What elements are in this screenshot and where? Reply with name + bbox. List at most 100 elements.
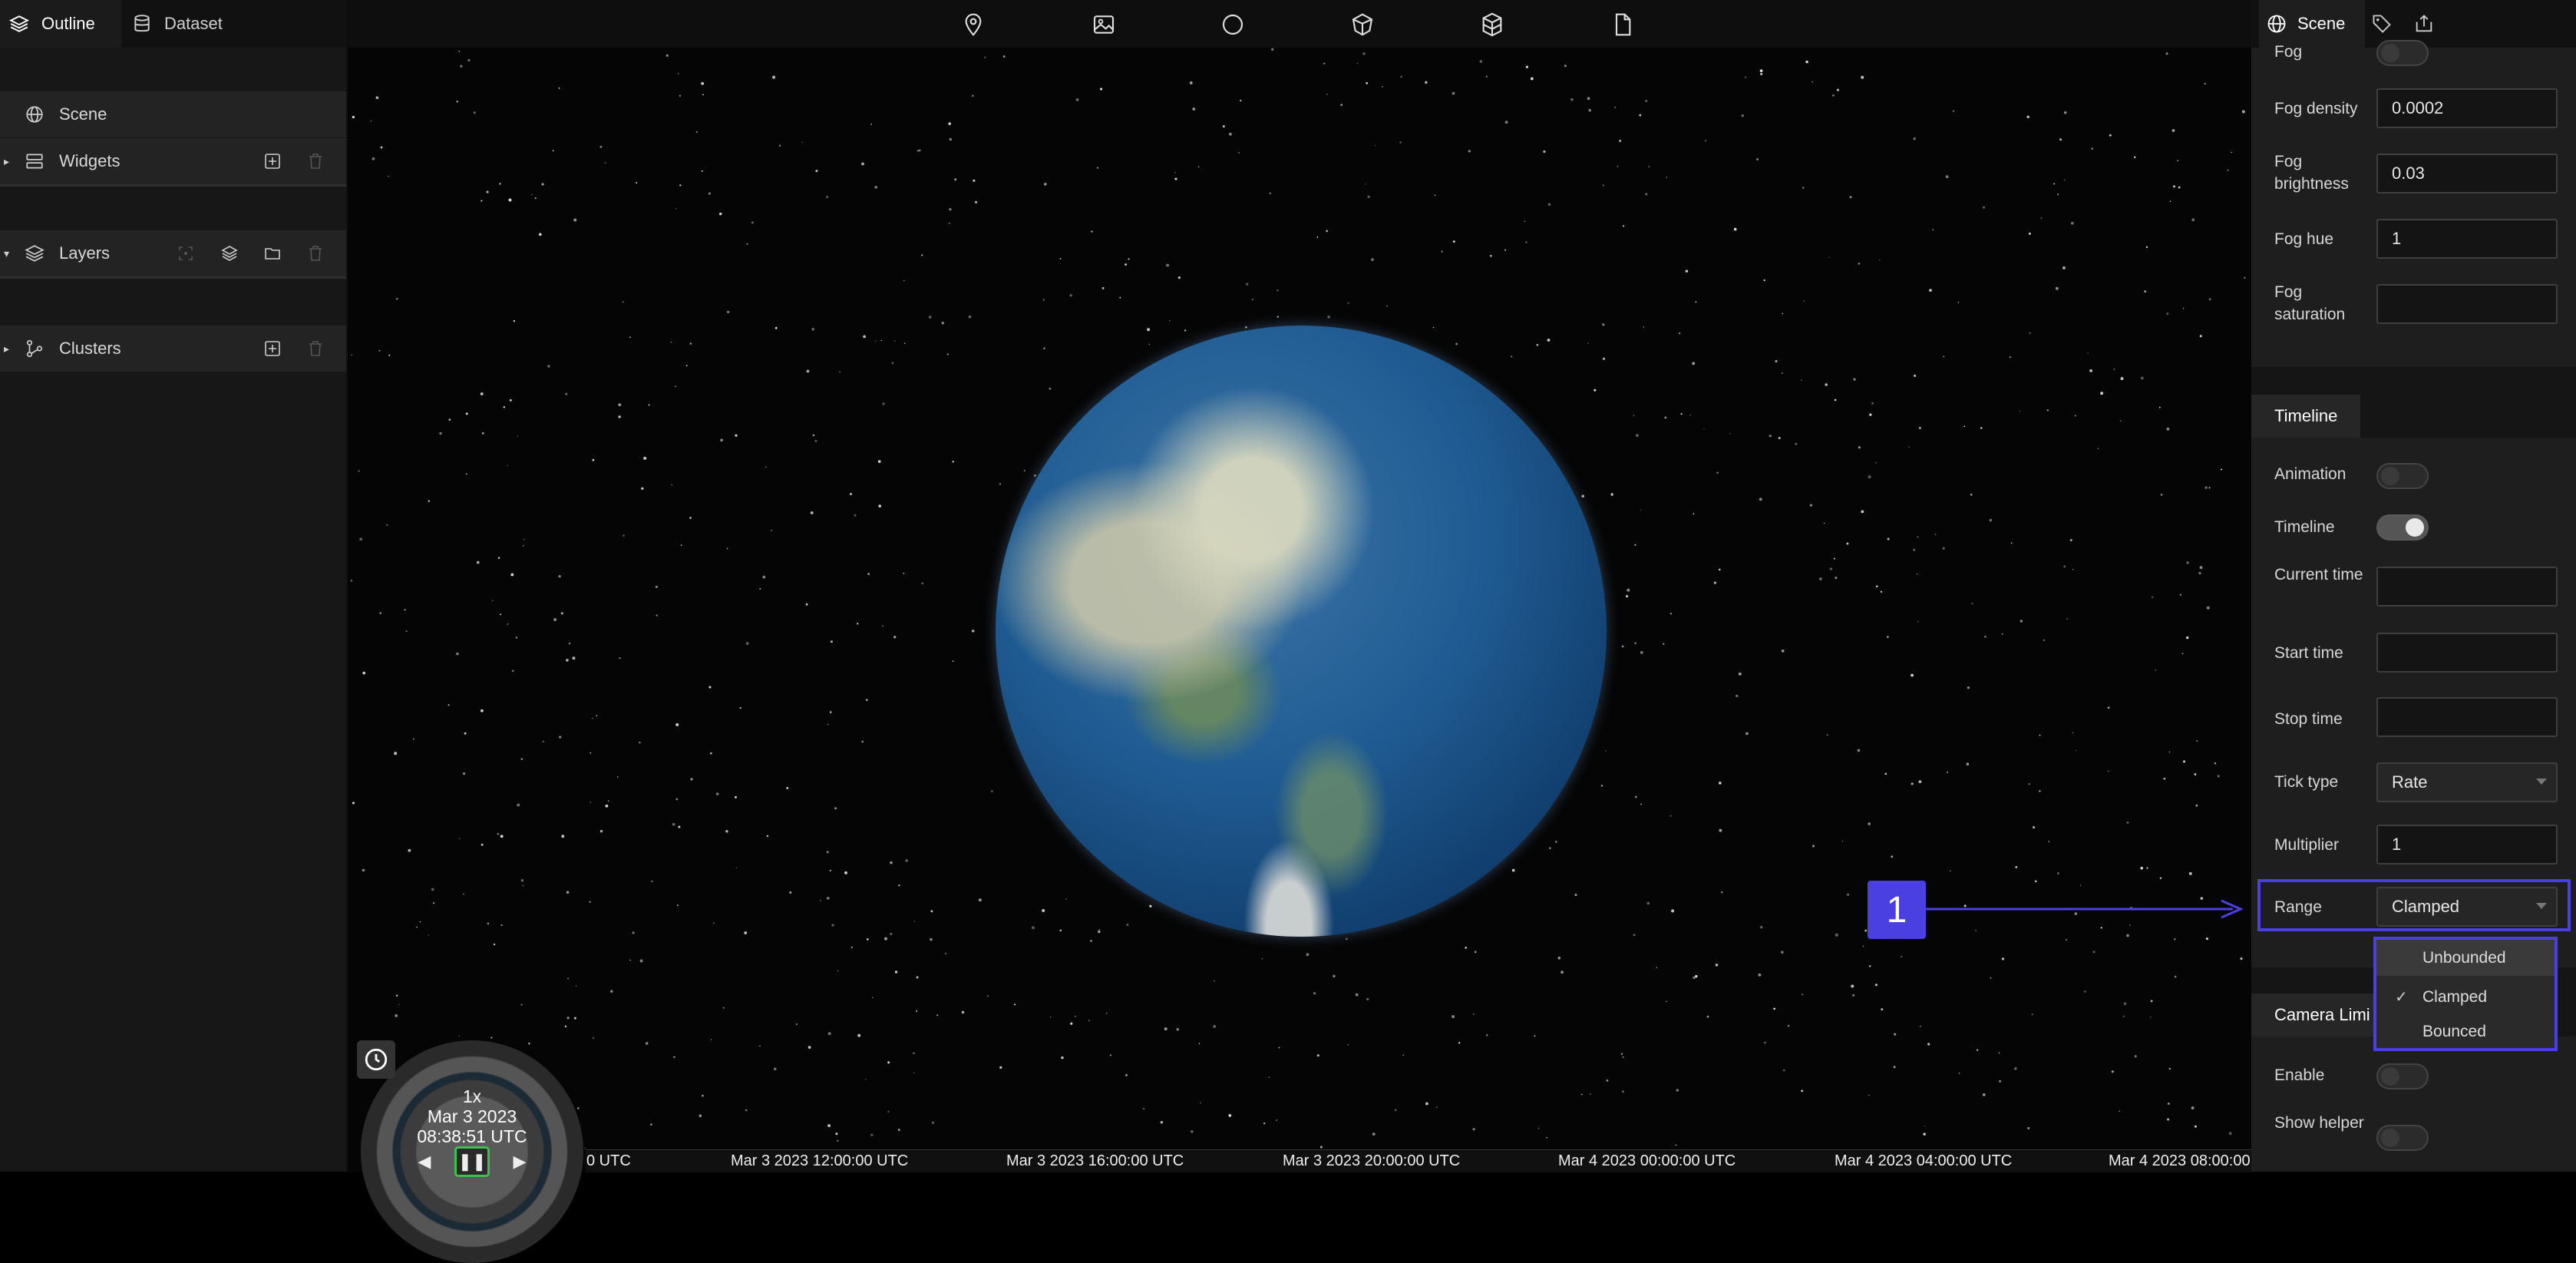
timeline-tick-label: 0 UTC — [586, 1152, 631, 1169]
star — [1034, 474, 1036, 477]
add-layer-button[interactable] — [219, 243, 240, 264]
globe[interactable] — [996, 326, 1607, 937]
show-helper-toggle[interactable] — [2376, 1125, 2429, 1151]
add-folder-button[interactable] — [262, 243, 283, 264]
fog-density-input[interactable]: 0.0002 — [2376, 88, 2558, 128]
layers-icon — [23, 242, 46, 265]
add-image-button[interactable] — [1087, 8, 1121, 41]
tree-item-widgets[interactable]: ▸ Widgets — [0, 138, 346, 184]
tree-item-clusters[interactable]: ▸ Clusters — [0, 326, 346, 372]
star — [1184, 329, 1187, 332]
star — [1719, 568, 1721, 571]
stop-time-input[interactable] — [2376, 697, 2558, 737]
star — [1316, 236, 1319, 238]
star — [1829, 567, 1833, 570]
add-box-button[interactable] — [1346, 8, 1379, 41]
range-option-unbounded[interactable]: Unbounded — [2376, 940, 2555, 976]
star — [1670, 613, 1672, 615]
star — [2241, 110, 2245, 114]
star — [636, 181, 638, 184]
star — [1547, 339, 1551, 342]
start-time-input[interactable] — [2376, 633, 2558, 673]
tree-item-layers[interactable]: ▾ Layers — [0, 230, 346, 276]
add-file-button[interactable] — [1606, 8, 1640, 41]
star — [2174, 938, 2176, 941]
fog-saturation-input[interactable] — [2376, 284, 2558, 324]
star — [1313, 992, 1316, 995]
delete-cluster-button[interactable] — [305, 338, 326, 359]
star — [1781, 951, 1784, 954]
star — [948, 223, 950, 224]
star — [1908, 446, 1910, 448]
multiplier-input[interactable]: 1 — [2376, 825, 2558, 865]
map-viewport[interactable] — [348, 48, 2251, 1172]
star — [604, 162, 606, 164]
delete-widget-button[interactable] — [305, 150, 326, 172]
star — [708, 686, 712, 689]
star — [1871, 402, 1874, 405]
star — [499, 183, 501, 185]
star — [865, 1079, 867, 1080]
play-reverse-button[interactable]: ◀ — [409, 1149, 440, 1175]
fog-brightness-input[interactable]: 0.03 — [2376, 154, 2558, 193]
add-widget-button[interactable] — [262, 150, 283, 172]
add-marker-button[interactable] — [956, 8, 990, 41]
timeline-section-tab[interactable]: Timeline — [2251, 395, 2361, 438]
timeline-toggle[interactable] — [2376, 514, 2429, 541]
add-cluster-button[interactable] — [262, 338, 283, 359]
pause-button[interactable]: ❚❚ — [454, 1146, 490, 1177]
star — [1862, 945, 1864, 947]
star — [807, 1046, 811, 1049]
timeline-bar[interactable]: 0 UTC Mar 3 2023 12:00:00 UTC Mar 3 2023… — [586, 1149, 2251, 1172]
star — [1042, 299, 1045, 301]
star — [517, 803, 520, 807]
range-option-clamped[interactable]: ✓ Clamped — [2376, 979, 2555, 1015]
star — [1920, 1025, 1921, 1027]
star — [702, 94, 704, 96]
animation-toggle[interactable] — [2376, 463, 2429, 489]
star — [1149, 904, 1152, 908]
tab-dataset[interactable]: Dataset — [130, 0, 223, 48]
star — [1147, 328, 1151, 332]
star — [1963, 425, 1966, 428]
star — [1600, 785, 1603, 787]
play-forward-button[interactable]: ▶ — [504, 1149, 535, 1175]
range-select[interactable]: Clamped — [2376, 887, 2558, 927]
fog-toggle[interactable] — [2376, 40, 2429, 66]
select-layer-button[interactable] — [175, 243, 197, 264]
tick-type-select[interactable]: Rate — [2376, 762, 2558, 802]
top-toolbar — [346, 0, 2251, 48]
star — [1834, 398, 1837, 402]
star — [2120, 420, 2122, 422]
star — [1640, 803, 1642, 805]
star — [619, 657, 621, 660]
expand-arrow-icon[interactable]: ▸ — [4, 343, 13, 354]
star — [2032, 1013, 2033, 1015]
star — [599, 145, 603, 148]
star — [1228, 1114, 1232, 1117]
add-sphere-button[interactable] — [1216, 8, 1250, 41]
tick-type-label: Tick type — [2274, 773, 2339, 791]
star — [1923, 1132, 1926, 1136]
current-time-input[interactable] — [2376, 567, 2558, 607]
collapse-arrow-icon[interactable]: ▾ — [4, 248, 13, 259]
tree-item-scene[interactable]: Scene — [0, 91, 346, 137]
add-model-button[interactable] — [1475, 8, 1509, 41]
range-option-bounced[interactable]: Bounced — [2376, 1013, 2555, 1050]
fog-hue-input[interactable]: 1 — [2376, 219, 2558, 259]
show-helper-label: Show helper — [2274, 1114, 2364, 1132]
delete-layer-button[interactable] — [305, 243, 326, 264]
star — [520, 879, 524, 882]
star — [2140, 866, 2144, 870]
timeline-tick-label: Mar 4 2023 08:00:00 — [2109, 1152, 2251, 1169]
tree-item-clusters-label: Clusters — [59, 339, 121, 358]
expand-arrow-icon[interactable]: ▸ — [4, 156, 13, 167]
star — [1059, 929, 1062, 932]
star — [2053, 183, 2056, 185]
star — [1835, 577, 1838, 579]
star — [679, 184, 682, 187]
camera-enable-toggle[interactable] — [2376, 1063, 2429, 1089]
clock-toggle-button[interactable] — [357, 1040, 395, 1079]
camera-section-tab[interactable]: Camera Limi — [2251, 994, 2393, 1037]
tab-outline[interactable]: Outline — [0, 0, 121, 48]
